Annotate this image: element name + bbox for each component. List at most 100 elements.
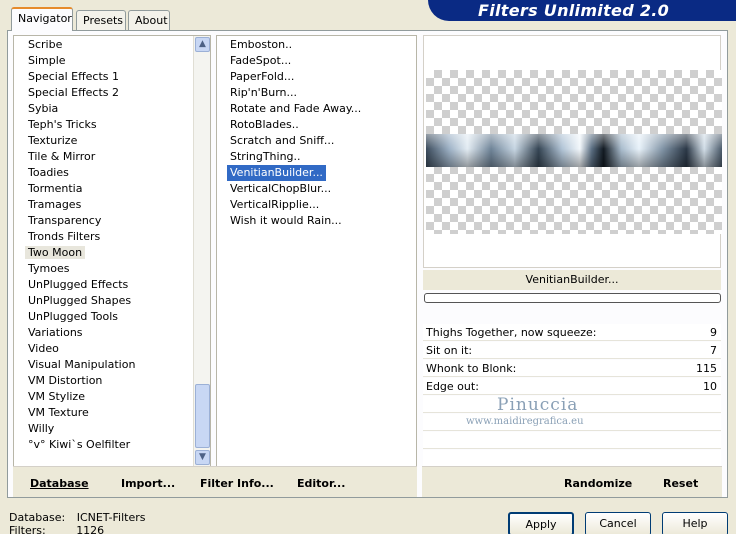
app-banner: Filters Unlimited 2.0 — [428, 0, 736, 21]
progress-bar — [424, 293, 721, 303]
category-label: VM Distortion — [28, 374, 103, 387]
category-label: Special Effects 1 — [28, 70, 120, 83]
category-item[interactable]: Video — [14, 341, 210, 357]
filter-list[interactable]: Emboston.. FadeSpot... PaperFold... Rip'n'B… — [216, 35, 417, 467]
param-value: 115 — [696, 362, 717, 375]
category-list[interactable]: Scribe Simple Special Effects 1 Special Eff… — [13, 35, 211, 467]
filter-item[interactable]: VerticalChopBlur... — [217, 181, 416, 197]
filter-item[interactable]: Scratch and Sniff... — [217, 133, 416, 149]
import-button[interactable]: Import... — [121, 477, 175, 490]
cancel-button[interactable]: Cancel — [585, 512, 651, 534]
filter-info-button[interactable]: Filter Info... — [200, 477, 274, 490]
help-label: Help — [682, 517, 708, 530]
param-row[interactable]: Whonk to Blonk: 115 — [423, 360, 721, 377]
tab-navigator[interactable]: Navigator — [11, 7, 73, 31]
param-row[interactable]: Thighs Together, now squeeze: 9 — [423, 324, 721, 341]
tab-presets[interactable]: Presets — [76, 10, 126, 30]
category-item[interactable]: UnPlugged Tools — [14, 309, 210, 325]
filter-item[interactable]: PaperFold... — [217, 69, 416, 85]
category-label: UnPlugged Tools — [28, 310, 118, 323]
preview-area — [423, 35, 722, 268]
param-label: Edge out: — [426, 380, 479, 393]
param-row[interactable]: Edge out: 10 — [423, 378, 721, 395]
randomize-button[interactable]: Randomize — [564, 477, 632, 490]
category-item[interactable]: Two Moon — [14, 245, 210, 261]
category-label: Toadies — [28, 166, 69, 179]
category-item[interactable]: Tronds Filters — [14, 229, 210, 245]
category-item[interactable]: Willy — [14, 421, 210, 437]
category-item[interactable]: Simple — [14, 53, 210, 69]
category-item[interactable]: Tramages — [14, 197, 210, 213]
right-action-bar: Randomize Reset — [422, 466, 722, 497]
category-item[interactable]: UnPlugged Effects — [14, 277, 210, 293]
category-item[interactable]: Variations — [14, 325, 210, 341]
help-button[interactable]: Help — [662, 512, 728, 534]
category-label: Tramages — [28, 198, 82, 211]
category-item[interactable]: Visual Manipulation — [14, 357, 210, 373]
category-item[interactable]: VM Stylize — [14, 389, 210, 405]
category-item[interactable]: UnPlugged Shapes — [14, 293, 210, 309]
category-item[interactable]: Tymoes — [14, 261, 210, 277]
category-item[interactable]: Scribe — [14, 37, 210, 53]
category-label: Tronds Filters — [28, 230, 101, 243]
filter-label: Wish it would Rain... — [230, 214, 342, 227]
category-scrollbar[interactable]: ▲ ▼ — [193, 36, 210, 466]
category-item[interactable]: Teph's Tricks — [14, 117, 210, 133]
category-item[interactable]: Tile & Mirror — [14, 149, 210, 165]
filter-item[interactable]: VerticalRipplie... — [217, 197, 416, 213]
filter-item[interactable]: Wish it would Rain... — [217, 213, 416, 229]
category-item[interactable]: Sybia — [14, 101, 210, 117]
category-label: VM Stylize — [28, 390, 85, 403]
category-label: Special Effects 2 — [28, 86, 120, 99]
reset-button[interactable]: Reset — [663, 477, 698, 490]
category-item[interactable]: Toadies — [14, 165, 210, 181]
tab-about[interactable]: About — [128, 10, 170, 30]
category-item[interactable]: °v° Kiwi`s Oelfilter — [14, 437, 210, 453]
category-item[interactable]: Tormentia — [14, 181, 210, 197]
filter-item[interactable]: RotoBlades.. — [217, 117, 416, 133]
filter-label: FadeSpot... — [230, 54, 292, 67]
param-value: 9 — [710, 326, 717, 339]
category-label: Simple — [28, 54, 66, 67]
apply-button[interactable]: Apply — [508, 512, 574, 534]
param-value: 10 — [703, 380, 717, 393]
category-item[interactable]: Special Effects 1 — [14, 69, 210, 85]
category-label: Willy — [28, 422, 55, 435]
tab-navigator-label: Navigator — [18, 12, 72, 25]
category-item[interactable]: VM Texture — [14, 405, 210, 421]
filter-item[interactable]: Emboston.. — [217, 37, 416, 53]
watermark-name: Pinuccia — [497, 395, 579, 415]
scroll-up-button[interactable]: ▲ — [195, 37, 210, 52]
database-button[interactable]: Database — [30, 477, 89, 490]
filter-item[interactable]: Rip'n'Burn... — [217, 85, 416, 101]
filter-label: Emboston.. — [230, 38, 293, 51]
filter-item[interactable]: VenitianBuilder... — [217, 165, 416, 181]
category-label: Transparency — [28, 214, 102, 227]
editor-button[interactable]: Editor... — [297, 477, 345, 490]
filter-item[interactable]: FadeSpot... — [217, 53, 416, 69]
category-label: UnPlugged Effects — [28, 278, 129, 291]
category-item[interactable]: Transparency — [14, 213, 210, 229]
param-value: 7 — [710, 344, 717, 357]
param-row-empty — [423, 450, 721, 467]
category-label: Variations — [28, 326, 83, 339]
param-row[interactable]: Sit on it: 7 — [423, 342, 721, 359]
scroll-thumb[interactable] — [195, 384, 210, 448]
category-item[interactable]: VM Distortion — [14, 373, 210, 389]
apply-label: Apply — [525, 518, 557, 531]
category-label: Teph's Tricks — [28, 118, 97, 131]
status-filters: Filters: 1126 — [9, 524, 104, 534]
selected-filter-title: VenitianBuilder... — [423, 270, 721, 290]
filter-item[interactable]: StringThing.. — [217, 149, 416, 165]
filter-label: Scratch and Sniff... — [230, 134, 335, 147]
category-item[interactable]: Texturize — [14, 133, 210, 149]
filter-label: PaperFold... — [230, 70, 295, 83]
param-row-empty — [423, 432, 721, 449]
scroll-down-button[interactable]: ▼ — [195, 450, 210, 465]
preview-image — [426, 134, 722, 167]
cancel-label: Cancel — [599, 517, 637, 530]
filter-item[interactable]: Rotate and Fade Away... — [217, 101, 416, 117]
category-label: Texturize — [28, 134, 78, 147]
filter-label: Rip'n'Burn... — [230, 86, 298, 99]
category-item[interactable]: Special Effects 2 — [14, 85, 210, 101]
